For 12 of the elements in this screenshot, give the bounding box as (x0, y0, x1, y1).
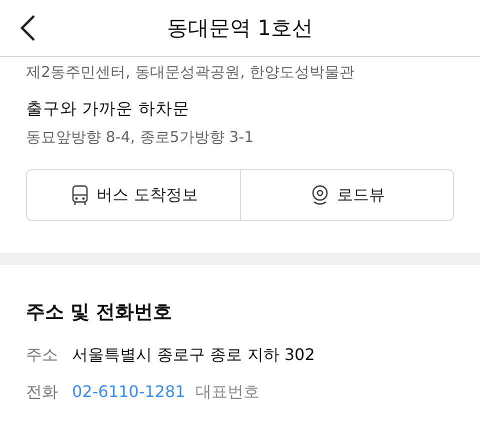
road-view-button[interactable]: 로드뷰 (240, 170, 453, 220)
phone-note: 대표번호 (195, 382, 260, 403)
exit-stops-detail: 동묘앞방향 8-4, 종로5가방향 3-1 (26, 128, 255, 147)
nearby-places: 제2동주민센터, 동대문성곽공원, 한양도성박물관 (26, 63, 356, 82)
field-label: 주소 (26, 345, 58, 366)
field-label: 전화 (26, 382, 58, 403)
address-text: 서울특별시 종로구 종로 지하 302 (72, 345, 315, 366)
page-title: 동대문역 1호선 (166, 15, 314, 42)
exit-stops-title: 출구와 가까운 하차문 (26, 98, 190, 120)
back-icon[interactable] (18, 14, 38, 42)
bus-arrival-button[interactable]: 버스 도착정보 (27, 170, 240, 220)
section-title: 주소 및 전화번호 (26, 300, 174, 325)
